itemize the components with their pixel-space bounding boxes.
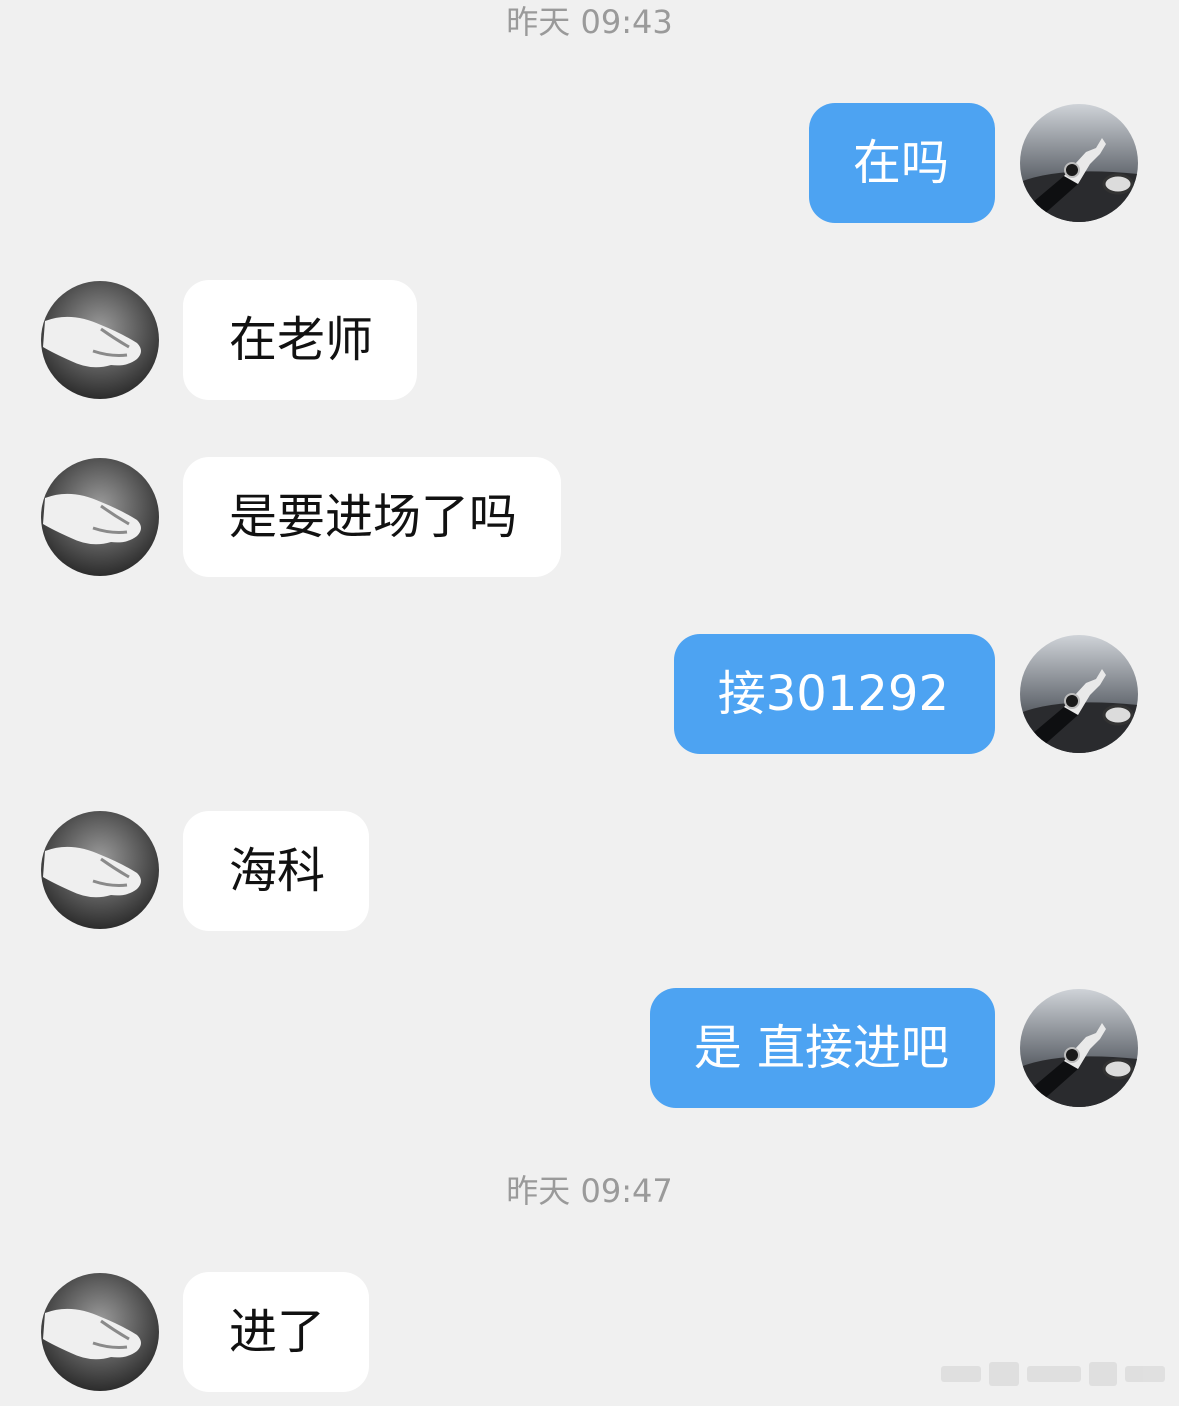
outgoing-message-bubble[interactable]: 是 直接进吧 (649, 988, 995, 1108)
message-text: 是 直接进吧 (693, 1020, 949, 1076)
incoming-message-bubble[interactable]: 在老师 (183, 280, 418, 400)
contact-avatar[interactable] (41, 811, 159, 929)
hand-avatar-icon (41, 811, 159, 929)
self-avatar[interactable] (1020, 989, 1138, 1107)
self-avatar[interactable] (1020, 104, 1138, 222)
message-text: 海科 (229, 843, 326, 899)
message-timestamp: 昨天 09:43 (506, 3, 673, 41)
message-text: 接301292 (717, 666, 949, 722)
watermark-logo (941, 1362, 1165, 1386)
contact-avatar[interactable] (41, 281, 159, 399)
wrist-watch-car-avatar-icon (1020, 989, 1138, 1107)
hand-avatar-icon (41, 1273, 159, 1391)
chat-screen: 昨天 09:43 在吗 在老师 是要进场了吗 接301292 海科 是 直接进吧… (0, 0, 1179, 1406)
message-text: 在老师 (229, 312, 374, 368)
contact-avatar[interactable] (41, 458, 159, 576)
outgoing-message-bubble[interactable]: 在吗 (808, 103, 995, 223)
contact-avatar[interactable] (41, 1273, 159, 1391)
message-text: 是要进场了吗 (229, 489, 518, 545)
incoming-message-bubble[interactable]: 是要进场了吗 (183, 457, 562, 577)
message-text: 进了 (229, 1304, 326, 1360)
incoming-message-bubble[interactable]: 进了 (183, 1272, 370, 1392)
message-text: 在吗 (852, 135, 949, 191)
wrist-watch-car-avatar-icon (1020, 104, 1138, 222)
self-avatar[interactable] (1020, 635, 1138, 753)
hand-avatar-icon (41, 458, 159, 576)
wrist-watch-car-avatar-icon (1020, 635, 1138, 753)
hand-avatar-icon (41, 281, 159, 399)
message-timestamp: 昨天 09:47 (506, 1172, 673, 1210)
incoming-message-bubble[interactable]: 海科 (183, 811, 370, 931)
outgoing-message-bubble[interactable]: 接301292 (673, 634, 995, 754)
